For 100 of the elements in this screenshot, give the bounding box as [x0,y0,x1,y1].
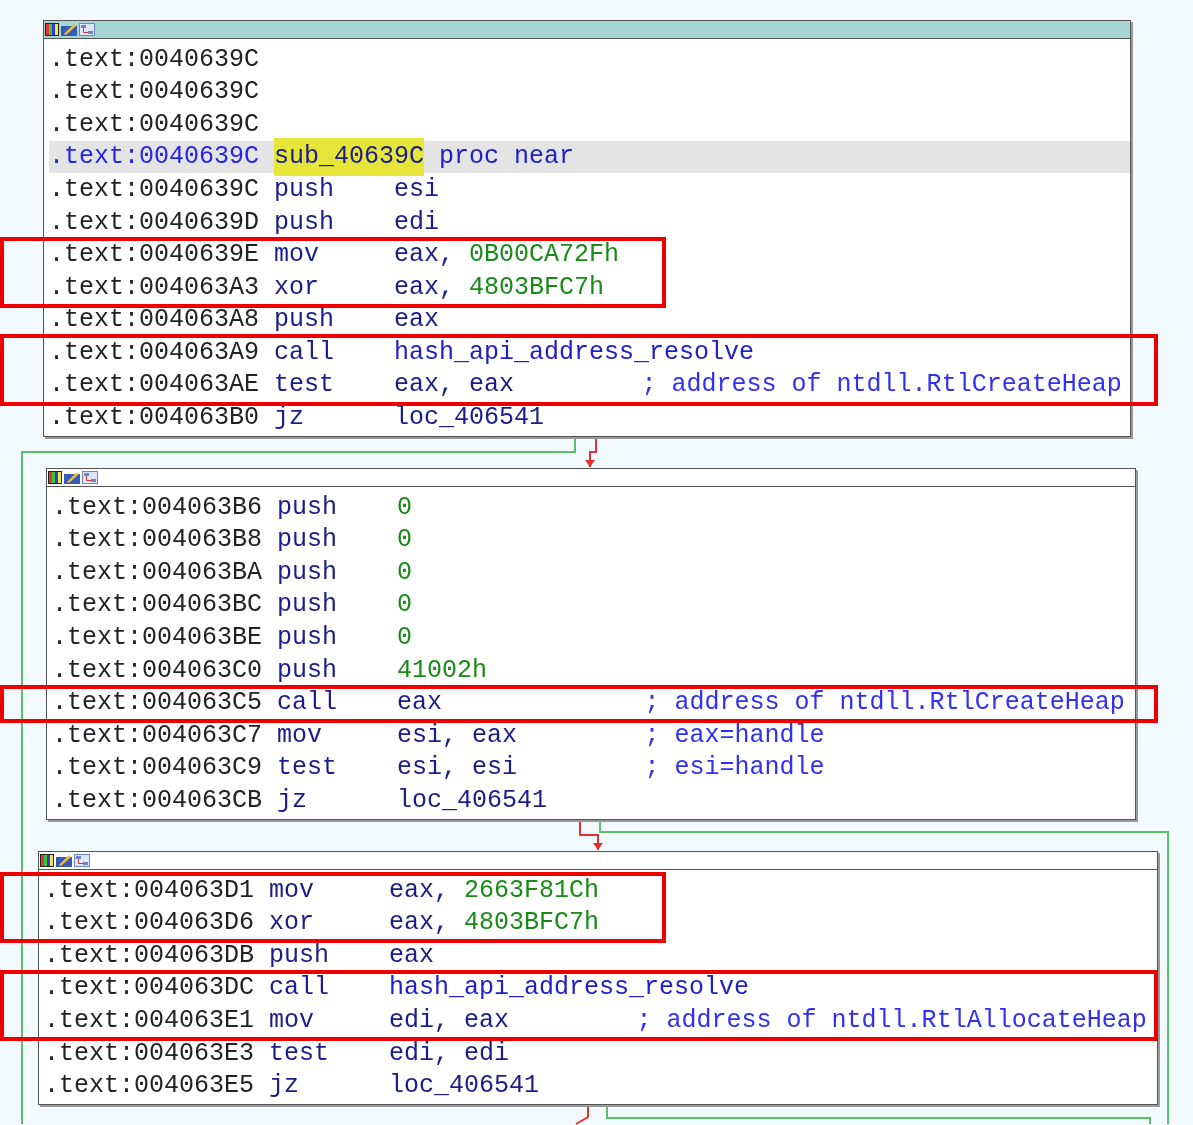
mnemonic-text: mov [277,719,324,752]
mnemonic-text: push [274,304,336,337]
mnemonic-text: mov [274,239,321,272]
address-text: .text:004063BA [52,556,264,589]
address-text: .text:004063C7 [52,719,264,752]
operand-text: 41002h [397,654,488,687]
color-palette-icon[interactable] [40,854,54,867]
code-line[interactable]: .text:004063A3 xor eax, 4803BFC7h [49,271,1130,304]
code-line[interactable]: .text:0040639C [49,43,1130,76]
mnemonic-text: push [277,654,339,687]
address-text: .text:004063B6 [52,491,264,524]
code-line[interactable]: .text:004063B6 push 0 [52,491,1135,524]
code-line[interactable]: .text:004063E3 test edi, edi [44,1036,1157,1070]
code-line[interactable]: .text:004063A8 push eax [49,303,1130,337]
color-palette-icon[interactable] [45,23,59,36]
code-line[interactable]: .text:0040639E mov eax, 0B00CA72Fh [49,238,1130,272]
code-line[interactable]: .text:004063D1 mov eax, 2663F81Ch [44,874,1157,907]
operand-text: eax, [394,239,455,272]
operand-text: esi, [397,719,458,752]
address-text: .text:004063B8 [52,524,264,557]
mnemonic-text: jz [269,1070,301,1103]
address-text: .text:004063A3 [49,271,261,304]
operand-text: loc_406541 [397,784,548,817]
address-text: .text:0040639C [49,76,261,109]
code-line[interactable]: .text:004063B0 jz loc_406541 [49,401,1130,435]
directive-text: proc near [439,141,575,174]
code-line[interactable]: .text:004063BE push 0 [52,621,1135,654]
mnemonic-text: push [277,524,339,557]
operand-text: eax [394,304,440,337]
code-line[interactable]: .text:004063AE test eax, eax ; address of ntdll.RtlCreateHeap [49,368,1130,402]
address-text: .text:004063E3 [44,1037,256,1070]
code-line[interactable]: .text:004063DB push eax [44,939,1157,972]
operand-text: loc_406541 [389,1070,540,1103]
code-block[interactable] [38,851,1158,1106]
code-line[interactable]: .text:0040639D push edi [49,205,1130,239]
operand-text: edi, [389,1004,450,1037]
code-line[interactable]: .text:004063C7 mov esi, eax ; eax=handle [52,719,1135,752]
address-text: .text:004063C5 [52,687,264,720]
comment-text: ; address of ntdll.RtlCreateHeap [641,369,1122,402]
operand-text: eax, [394,271,455,304]
operand-text: 2663F81Ch [464,874,600,907]
operand-text: edi [394,206,440,239]
mnemonic-text: push [277,621,339,654]
code-line[interactable]: .text:004063D6 xor eax, 4803BFC7h [44,906,1157,940]
code-line[interactable]: .text:004063E5 jz loc_406541 [44,1069,1157,1103]
address-text: .text:004063BE [52,621,264,654]
address-text: .text:004063DC [44,972,256,1005]
operand-text: esi [472,752,518,785]
address-text: .text:004063E1 [44,1004,256,1037]
code-line[interactable]: .text:004063A9 call hash_api_address_resolve [49,336,1130,369]
code-block[interactable] [46,468,1136,820]
function-name[interactable]: sub_40639C [274,138,425,176]
pencil-icon[interactable] [56,854,72,867]
operand-text: eax [472,719,518,752]
color-palette-icon[interactable] [48,471,62,484]
code-line[interactable]: .text:004063DC call hash_api_address_resolve [44,971,1157,1005]
address-text: .text:004063B0 [49,402,261,435]
code-line[interactable]: .text:004063BA push 0 [52,556,1135,589]
code-line[interactable]: .text:004063CB jz loc_406541 [52,784,1135,817]
address-text: .text:004063A8 [49,304,261,337]
address-text: .text:004063C9 [52,752,264,785]
address-text: .text:0040639C [49,173,261,206]
mnemonic-text: xor [269,907,316,940]
graph-icon[interactable] [82,471,98,484]
comment-text: ; address of ntdll.RtlCreateHeap [644,687,1125,720]
mnemonic-text: mov [269,1004,316,1037]
code-line[interactable]: .text:004063C0 push 41002h [52,653,1135,687]
operand-text: eax [397,687,443,720]
comment-text: ; esi=handle [644,752,825,785]
pencil-icon[interactable] [61,23,77,36]
operand-text: hash_api_address_resolve [394,336,755,369]
mnemonic-text: call [269,972,331,1005]
code-line[interactable]: .text:004063E1 mov edi, eax ; address of ntdll.RtlAllocateHeap [44,1004,1157,1037]
address-text: .text:004063E5 [44,1070,256,1103]
operand-text: 0 [397,556,413,589]
code-line[interactable]: .text:0040639C push esi [49,173,1130,206]
code-line[interactable]: .text:004063BC push 0 [52,588,1135,622]
mnemonic-text: call [274,336,336,369]
address-text: .text:0040639C [49,108,261,141]
operand-text: eax, [394,369,455,402]
operand-text: edi [464,1037,510,1070]
comment-text: ; eax=handle [644,719,825,752]
mnemonic-text: test [274,369,336,402]
mnemonic-text: push [269,939,331,972]
graph-icon[interactable] [74,854,90,867]
pencil-icon[interactable] [64,471,80,484]
address-text: .text:004063C0 [52,654,264,687]
code-line[interactable]: .text:0040639C [49,75,1130,109]
operand-text: eax [469,369,515,402]
code-block[interactable] [43,20,1131,438]
code-line[interactable]: .text:004063B8 push 0 [52,523,1135,557]
address-text: .text:004063D6 [44,907,256,940]
mnemonic-text: call [277,687,339,720]
graph-icon[interactable] [79,23,95,36]
code-line[interactable]: .text:0040639C [49,108,1130,141]
code-line[interactable]: .text:004063C9 test esi, esi ; esi=handle [52,751,1135,785]
operand-text: edi, [389,1037,450,1070]
code-line[interactable]: .text:004063C5 call eax ; address of ntdll.RtlCreateHeap [52,686,1135,720]
mnemonic-text: xor [274,271,321,304]
address-text: .text:004063D1 [44,874,256,907]
